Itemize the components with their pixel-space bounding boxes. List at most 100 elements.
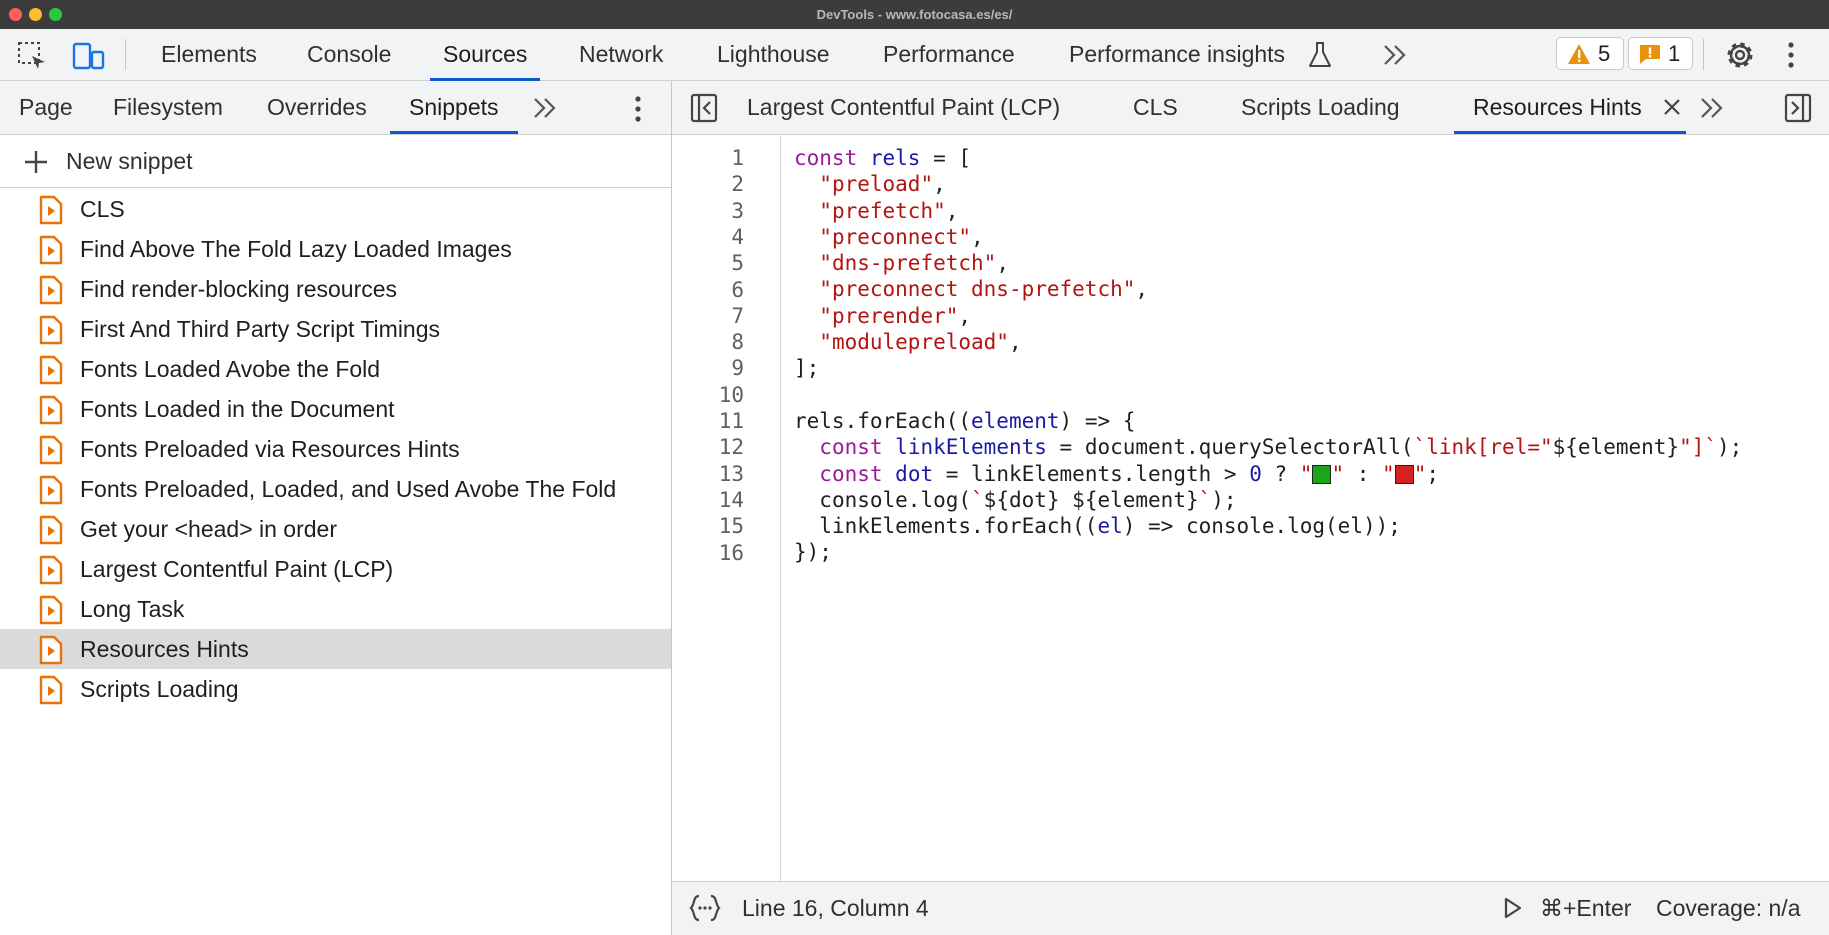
editor-tab-scripts-loading[interactable]: Scripts Loading bbox=[1241, 81, 1400, 134]
settings-gear-icon[interactable] bbox=[1724, 39, 1756, 71]
code-line-13: const dot = linkElements.length > 0 ? " "… bbox=[819, 461, 1439, 486]
flask-icon bbox=[1307, 40, 1333, 70]
snippet-file-icon bbox=[38, 635, 64, 665]
snippet-file-icon bbox=[38, 195, 64, 225]
code-template-expr: ${element} bbox=[1552, 435, 1680, 460]
code-keyword: const bbox=[819, 461, 883, 486]
code-line-5: "dns-prefetch", bbox=[819, 251, 1009, 276]
code-string: "dns-prefetch" bbox=[819, 251, 997, 276]
snippet-item-label: Fonts Loaded in the Document bbox=[80, 396, 395, 422]
line-number: 12 bbox=[718, 435, 744, 460]
code-keyword: const bbox=[794, 146, 858, 170]
code-text: = linkElements.length > bbox=[933, 461, 1250, 486]
snippet-file-icon bbox=[38, 315, 64, 345]
device-toolbar-icon[interactable] bbox=[72, 40, 106, 72]
line-number: 6 bbox=[731, 277, 744, 302]
run-shortcut-label[interactable]: ⌘+Enter bbox=[1540, 882, 1631, 935]
snippet-item[interactable]: Fonts Loaded in the Document bbox=[0, 389, 671, 429]
line-number: 8 bbox=[731, 330, 744, 355]
snippet-item[interactable]: CLS bbox=[0, 189, 671, 229]
pretty-print-braces-icon[interactable] bbox=[688, 894, 722, 922]
snippet-item[interactable]: First And Third Party Script Timings bbox=[0, 309, 671, 349]
more-editor-tabs-chevron-icon[interactable] bbox=[1698, 96, 1726, 120]
run-snippet-icon[interactable] bbox=[1503, 897, 1523, 919]
code-string: "preload" bbox=[819, 172, 934, 197]
snippet-item[interactable]: Long Task bbox=[0, 589, 671, 629]
tab-network[interactable]: Network bbox=[579, 29, 663, 81]
tab-overrides[interactable]: Overrides bbox=[267, 81, 367, 134]
snippet-item[interactable]: Fonts Preloaded, Loaded, and Used Avobe … bbox=[0, 469, 671, 509]
toggle-navigator-icon[interactable] bbox=[690, 93, 718, 123]
code-string: `link[rel=" bbox=[1413, 435, 1553, 460]
snippet-file-icon bbox=[38, 555, 64, 585]
snippet-item[interactable]: Find render-blocking resources bbox=[0, 269, 671, 309]
more-tabs-chevron-icon[interactable] bbox=[1381, 43, 1409, 67]
line-number: 1 bbox=[731, 146, 744, 170]
snippet-item[interactable]: Fonts Preloaded via Resources Hints bbox=[0, 429, 671, 469]
code-line-14: console.log(`${dot} ${element}`); bbox=[794, 487, 1742, 513]
line-number: 9 bbox=[731, 356, 744, 381]
code-string: ` bbox=[1198, 487, 1212, 512]
code-line-7: "prerender", bbox=[819, 303, 972, 328]
snippet-item[interactable]: Find Above The Fold Lazy Loaded Images bbox=[0, 229, 671, 269]
code-text: ? bbox=[1261, 461, 1300, 486]
coverage-status: Coverage: n/a bbox=[1656, 895, 1801, 921]
editor-tab-lcp[interactable]: Largest Contentful Paint (LCP) bbox=[747, 81, 1060, 134]
snippet-file-icon bbox=[38, 355, 64, 385]
close-tab-icon[interactable] bbox=[1662, 97, 1682, 117]
tab-page[interactable]: Page bbox=[19, 81, 73, 134]
code-param: el bbox=[1097, 514, 1123, 539]
line-number: 11 bbox=[718, 409, 744, 433]
code-line-9: ]; bbox=[794, 356, 820, 381]
customize-menu-icon[interactable] bbox=[1787, 41, 1795, 69]
code-text: ); bbox=[1717, 435, 1743, 460]
issues-badge[interactable]: 1 bbox=[1628, 37, 1693, 70]
snippet-item[interactable]: Fonts Loaded Avobe the Fold bbox=[0, 349, 671, 389]
snippet-item-label: Find Above The Fold Lazy Loaded Images bbox=[80, 236, 512, 262]
tab-elements[interactable]: Elements bbox=[161, 29, 257, 81]
snippet-item-label: Resources Hints bbox=[80, 636, 249, 662]
editor-tab-resources-hints[interactable]: Resources Hints bbox=[1454, 81, 1686, 134]
line-number: 4 bbox=[731, 224, 744, 249]
snippet-item-label: Fonts Preloaded via Resources Hints bbox=[80, 436, 460, 462]
code-string: "prefetch" bbox=[819, 198, 946, 223]
code-line-4: "preconnect", bbox=[819, 224, 984, 249]
snippet-item-label: First And Third Party Script Timings bbox=[80, 316, 441, 342]
editor-tab-cls[interactable]: CLS bbox=[1133, 81, 1178, 134]
cursor-position: Line 16, Column 4 bbox=[742, 895, 929, 921]
tab-sources[interactable]: Sources bbox=[429, 29, 541, 81]
warnings-badge[interactable]: 5 bbox=[1556, 37, 1624, 70]
code-editor[interactable]: const rels = [ "preload", "prefetch", "p… bbox=[794, 145, 1742, 566]
snippet-item-label: CLS bbox=[80, 196, 125, 222]
tab-performance-insights[interactable]: Performance insights bbox=[1069, 29, 1285, 81]
navigator-menu-icon[interactable] bbox=[634, 95, 642, 123]
line-number: 3 bbox=[731, 198, 744, 223]
code-string: "prerender" bbox=[819, 303, 959, 328]
code-text: = [ bbox=[920, 146, 972, 170]
more-navigator-tabs-chevron-icon[interactable] bbox=[531, 96, 559, 120]
snippet-item-label: Long Task bbox=[80, 596, 185, 622]
tab-snippets[interactable]: Snippets bbox=[390, 81, 517, 134]
snippet-item[interactable]: Largest Contentful Paint (LCP) bbox=[0, 549, 671, 589]
line-number: 13 bbox=[718, 461, 744, 486]
tab-console[interactable]: Console bbox=[307, 29, 391, 81]
window-title: DevTools - www.fotocasa.es/es/ bbox=[816, 7, 1013, 22]
line-number: 7 bbox=[731, 303, 744, 328]
toggle-debugger-icon[interactable] bbox=[1784, 93, 1812, 123]
code-line-8: "modulepreload", bbox=[819, 330, 1022, 355]
snippet-item[interactable]: Scripts Loading bbox=[0, 669, 671, 709]
code-text: : bbox=[1344, 461, 1383, 486]
snippet-file-icon bbox=[38, 475, 64, 505]
new-snippet-button[interactable]: New snippet bbox=[0, 135, 671, 188]
tab-filesystem[interactable]: Filesystem bbox=[113, 81, 223, 134]
snippet-list: CLS Find Above The Fold Lazy Loaded Image… bbox=[0, 189, 671, 709]
issue-icon bbox=[1638, 43, 1662, 65]
tab-lighthouse[interactable]: Lighthouse bbox=[717, 29, 830, 81]
snippet-item[interactable]: Get your <head> in order bbox=[0, 509, 671, 549]
snippet-item-label: Scripts Loading bbox=[80, 676, 239, 702]
snippet-file-icon bbox=[38, 275, 64, 305]
snippet-item[interactable]: Resources Hints bbox=[0, 629, 671, 669]
inspect-element-icon[interactable] bbox=[16, 40, 48, 72]
tab-performance[interactable]: Performance bbox=[883, 29, 1015, 81]
code-line-2: "preload", bbox=[819, 172, 946, 197]
